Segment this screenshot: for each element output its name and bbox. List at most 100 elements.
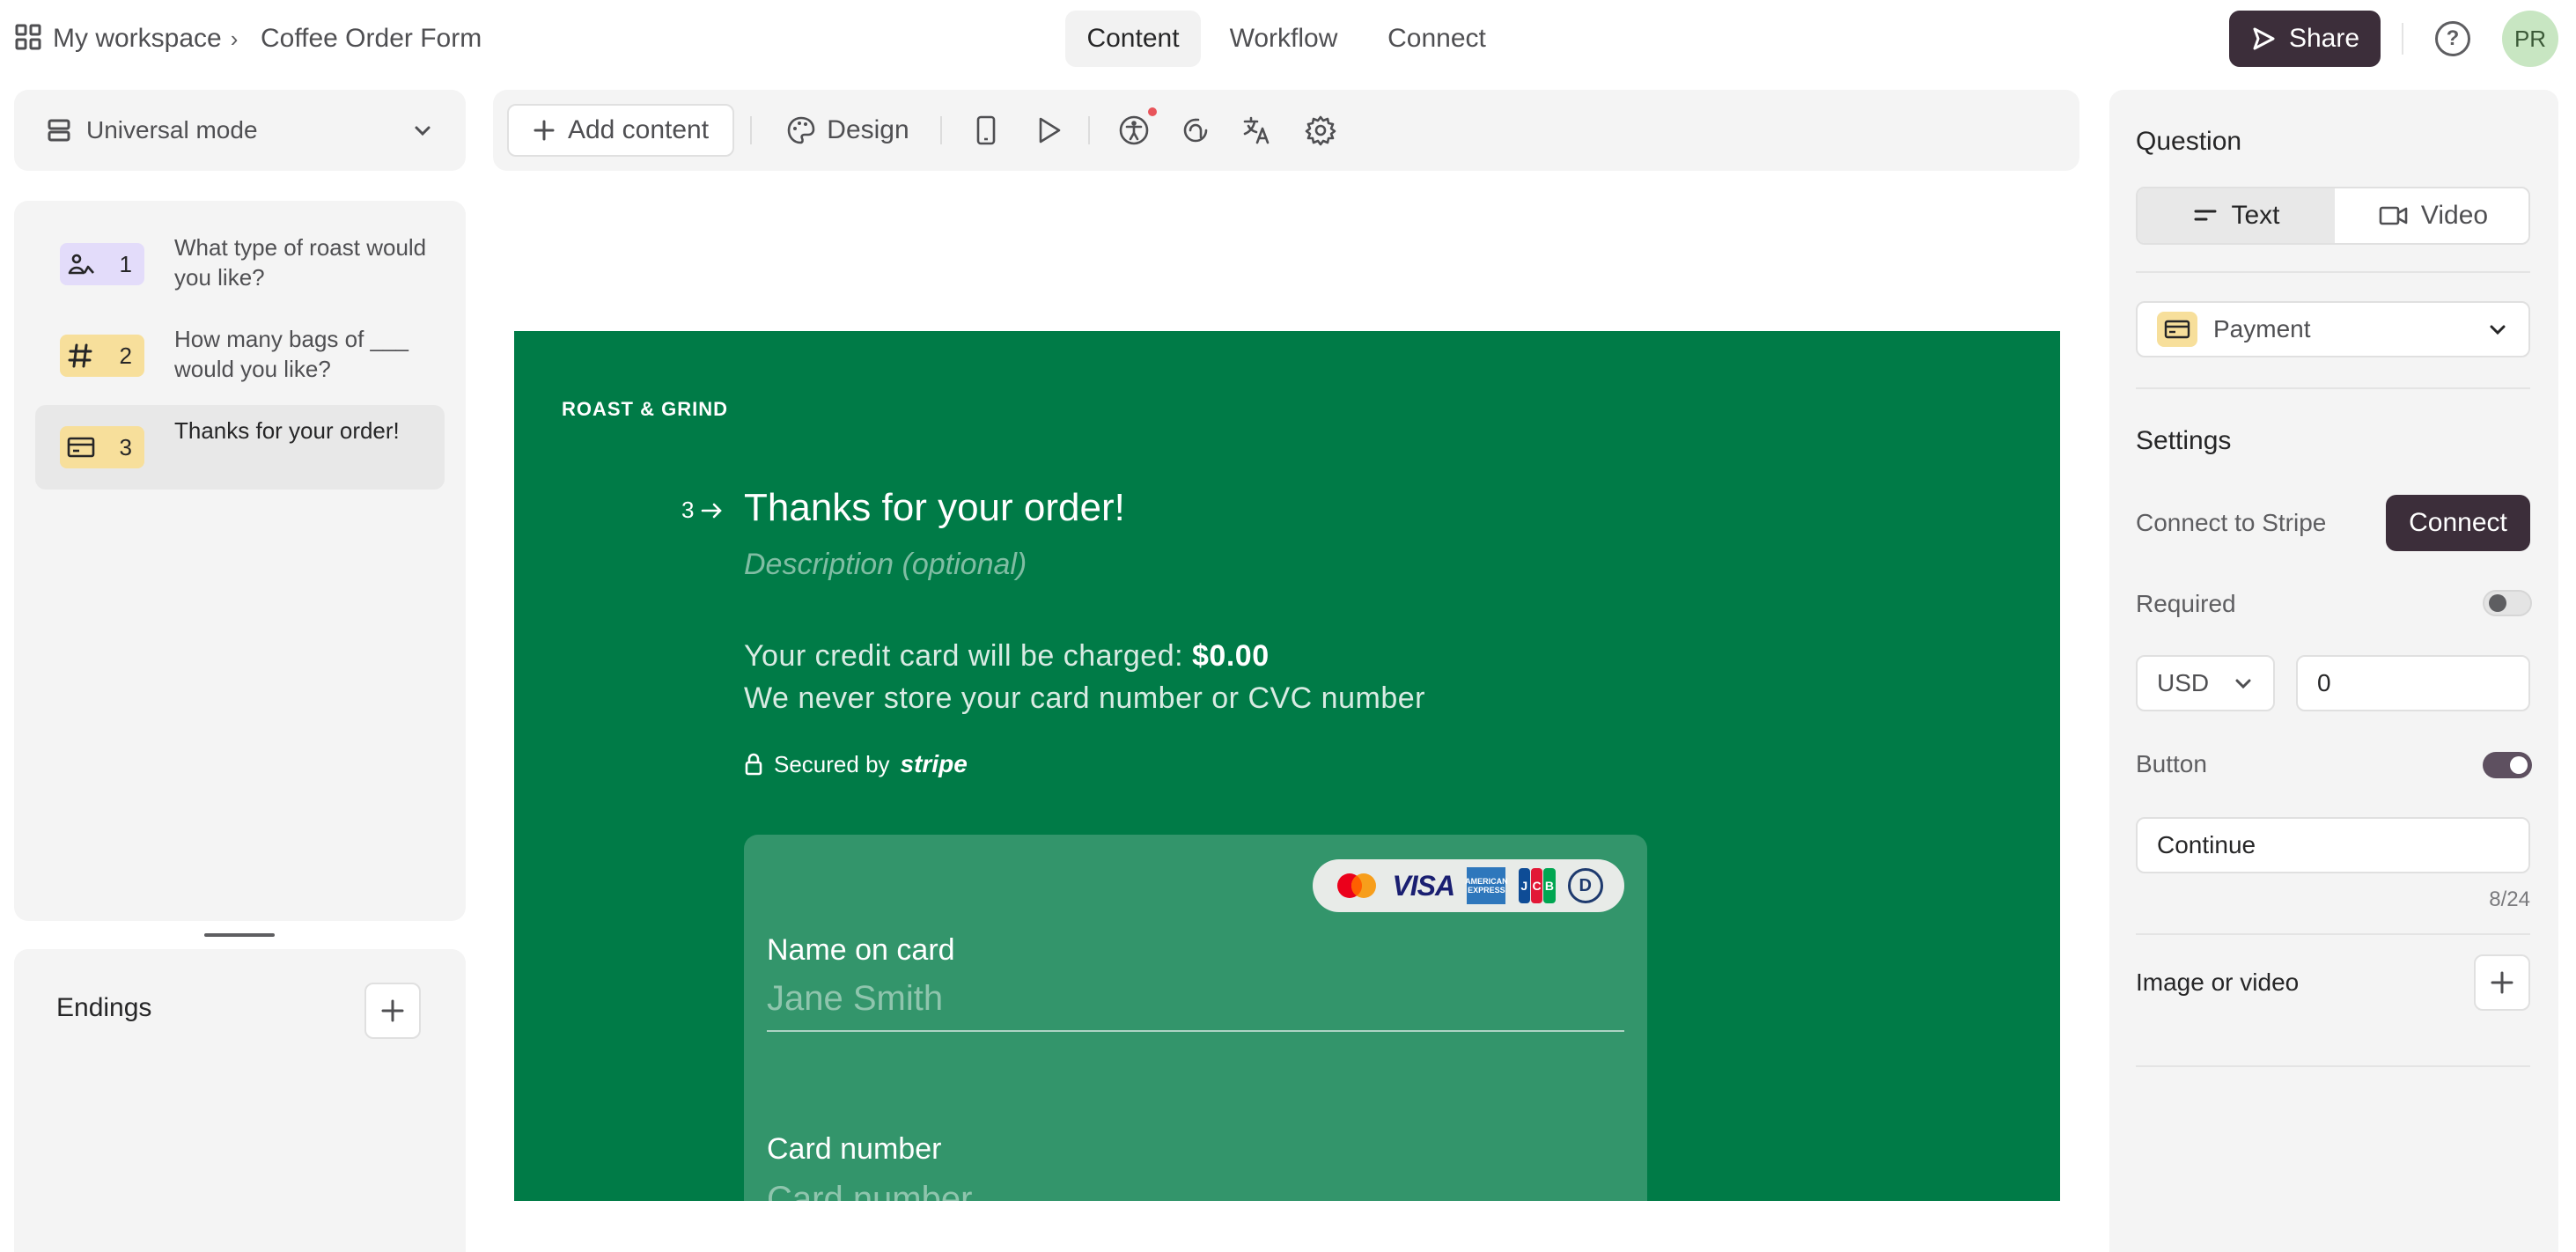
divider	[2136, 271, 2530, 273]
question-heading: Question	[2136, 127, 2242, 156]
question-type-label: Payment	[2213, 315, 2311, 342]
card-number-input[interactable]: Card number	[767, 1180, 1624, 1201]
question-badge: 1	[60, 243, 144, 285]
add-content-button[interactable]: Add content	[507, 104, 734, 157]
add-ending-button[interactable]	[364, 983, 421, 1039]
mode-select[interactable]: Universal mode	[28, 104, 452, 157]
connect-stripe-button[interactable]: Connect	[2386, 495, 2530, 551]
mobile-preview-icon[interactable]	[968, 104, 1004, 157]
form-preview-canvas: ROAST & GRIND 3 Thanks for your order! D…	[514, 331, 2060, 1201]
divider	[2136, 933, 2530, 935]
description-input[interactable]: Description (optional)	[744, 548, 1027, 582]
name-on-card-input[interactable]: Jane Smith	[767, 979, 1624, 1032]
question-title: What type of roast would you like?	[174, 234, 427, 291]
apps-grid-icon[interactable]	[14, 23, 42, 51]
card-brands: VISA AMERICAN EXPRESS J C B D	[1313, 859, 1624, 912]
top-bar: My workspace › Coffee Order Form Content…	[0, 0, 2576, 77]
mastercard-icon	[1334, 871, 1380, 901]
secured-by-stripe: Secured by stripe	[744, 750, 968, 778]
translate-icon[interactable]	[1240, 104, 1275, 157]
help-icon[interactable]: ?	[2435, 21, 2470, 56]
question-list: 1 What type of roast would you like? 2 H…	[14, 201, 466, 921]
button-text-input[interactable]: Continue	[2136, 817, 2530, 873]
tab-connect[interactable]: Connect	[1366, 11, 1507, 67]
card-storage-notice: We never store your card number or CVC n…	[744, 681, 1425, 715]
divider	[940, 116, 942, 144]
question-number: 1	[119, 250, 132, 277]
format-text-option[interactable]: Text	[2138, 188, 2335, 243]
question-type-select[interactable]: Payment	[2136, 301, 2530, 357]
plus-icon	[2490, 970, 2514, 995]
video-camera-icon	[2379, 204, 2409, 227]
diners-club-icon: D	[1567, 868, 1603, 903]
send-icon	[2250, 26, 2277, 52]
breadcrumb-workspace-label: My workspace	[53, 24, 222, 53]
charge-amount: $0.00	[1192, 639, 1270, 673]
question-item-3[interactable]: 3 Thanks for your order!	[35, 405, 445, 490]
price-amount-input[interactable]: 0	[2296, 655, 2530, 711]
breadcrumb-workspace[interactable]: My workspace ›	[53, 21, 238, 56]
card-payment-form: VISA AMERICAN EXPRESS J C B D Name on ca…	[744, 835, 1647, 1201]
question-number-indicator: 3	[681, 497, 724, 524]
question-settings-panel: Question Text Video Payment Settings Con…	[2109, 90, 2558, 1252]
question-title: Thanks for your order!	[174, 417, 400, 444]
jcb-icon: J C B	[1518, 868, 1556, 903]
mode-label: Universal mode	[86, 116, 258, 144]
settings-heading: Settings	[2136, 426, 2232, 455]
plus-icon	[533, 119, 556, 142]
connect-stripe-label: Connect to Stripe	[2136, 509, 2327, 536]
required-toggle[interactable]	[2483, 590, 2532, 616]
breadcrumb-form-title[interactable]: Coffee Order Form	[261, 21, 482, 56]
image-or-video-label: Image or video	[2136, 968, 2300, 996]
avatar[interactable]: PR	[2502, 11, 2558, 67]
endings-heading: Endings	[56, 993, 152, 1022]
settings-gear-icon[interactable]	[1303, 104, 1338, 157]
add-image-button[interactable]	[2474, 954, 2530, 1011]
question-number: 2	[119, 342, 132, 369]
credit-card-icon	[67, 436, 95, 459]
question-item-1[interactable]: 1 What type of roast would you like?	[35, 222, 445, 306]
arrow-right-icon	[701, 501, 724, 520]
currency-select[interactable]: USD	[2136, 655, 2275, 711]
visa-icon: VISA	[1392, 869, 1455, 902]
layers-icon	[46, 117, 72, 144]
credit-card-icon	[2157, 312, 2197, 347]
amex-icon: AMERICAN EXPRESS	[1465, 867, 1508, 904]
chevron-down-icon	[2233, 673, 2254, 694]
design-button[interactable]: Design	[782, 104, 914, 157]
share-button[interactable]: Share	[2229, 11, 2381, 67]
format-video-label: Video	[2420, 201, 2489, 230]
character-counter: 8/24	[2489, 887, 2530, 911]
format-video-option[interactable]: Video	[2335, 188, 2528, 243]
divider	[2136, 1065, 2530, 1067]
share-label: Share	[2288, 24, 2360, 53]
chevron-down-icon	[411, 119, 434, 142]
question-title: How many bags of ___ would you like?	[174, 326, 408, 382]
name-on-card-label: Name on card	[767, 933, 955, 967]
button-toggle[interactable]	[2483, 752, 2532, 778]
picture-choice-icon	[67, 252, 95, 276]
question-badge: 3	[60, 426, 144, 468]
plus-icon	[380, 998, 405, 1023]
tab-content[interactable]: Content	[1065, 11, 1201, 67]
chevron-down-icon	[2486, 318, 2509, 341]
brand-logo: ROAST & GRIND	[562, 398, 728, 420]
panel-resize-handle[interactable]	[204, 933, 275, 937]
logic-icon[interactable]	[1178, 104, 1213, 157]
question-badge: 2	[60, 335, 144, 377]
toggle-knob	[2510, 756, 2528, 774]
play-icon[interactable]	[1030, 104, 1069, 157]
endings-panel: Endings	[14, 949, 466, 1252]
add-content-label: Add content	[567, 115, 710, 144]
tab-workflow[interactable]: Workflow	[1217, 11, 1351, 67]
toggle-knob	[2489, 594, 2506, 612]
question-title-input[interactable]: Thanks for your order!	[744, 486, 1125, 530]
divider	[750, 116, 752, 144]
design-label: Design	[827, 115, 909, 144]
charge-prefix: Your credit card will be charged:	[744, 639, 1193, 673]
accessibility-icon[interactable]	[1116, 104, 1152, 157]
divider	[1088, 116, 1090, 144]
question-item-2[interactable]: 2 How many bags of ___ would you like?	[35, 313, 445, 398]
button-label: Button	[2136, 750, 2207, 777]
divider	[2402, 23, 2403, 55]
